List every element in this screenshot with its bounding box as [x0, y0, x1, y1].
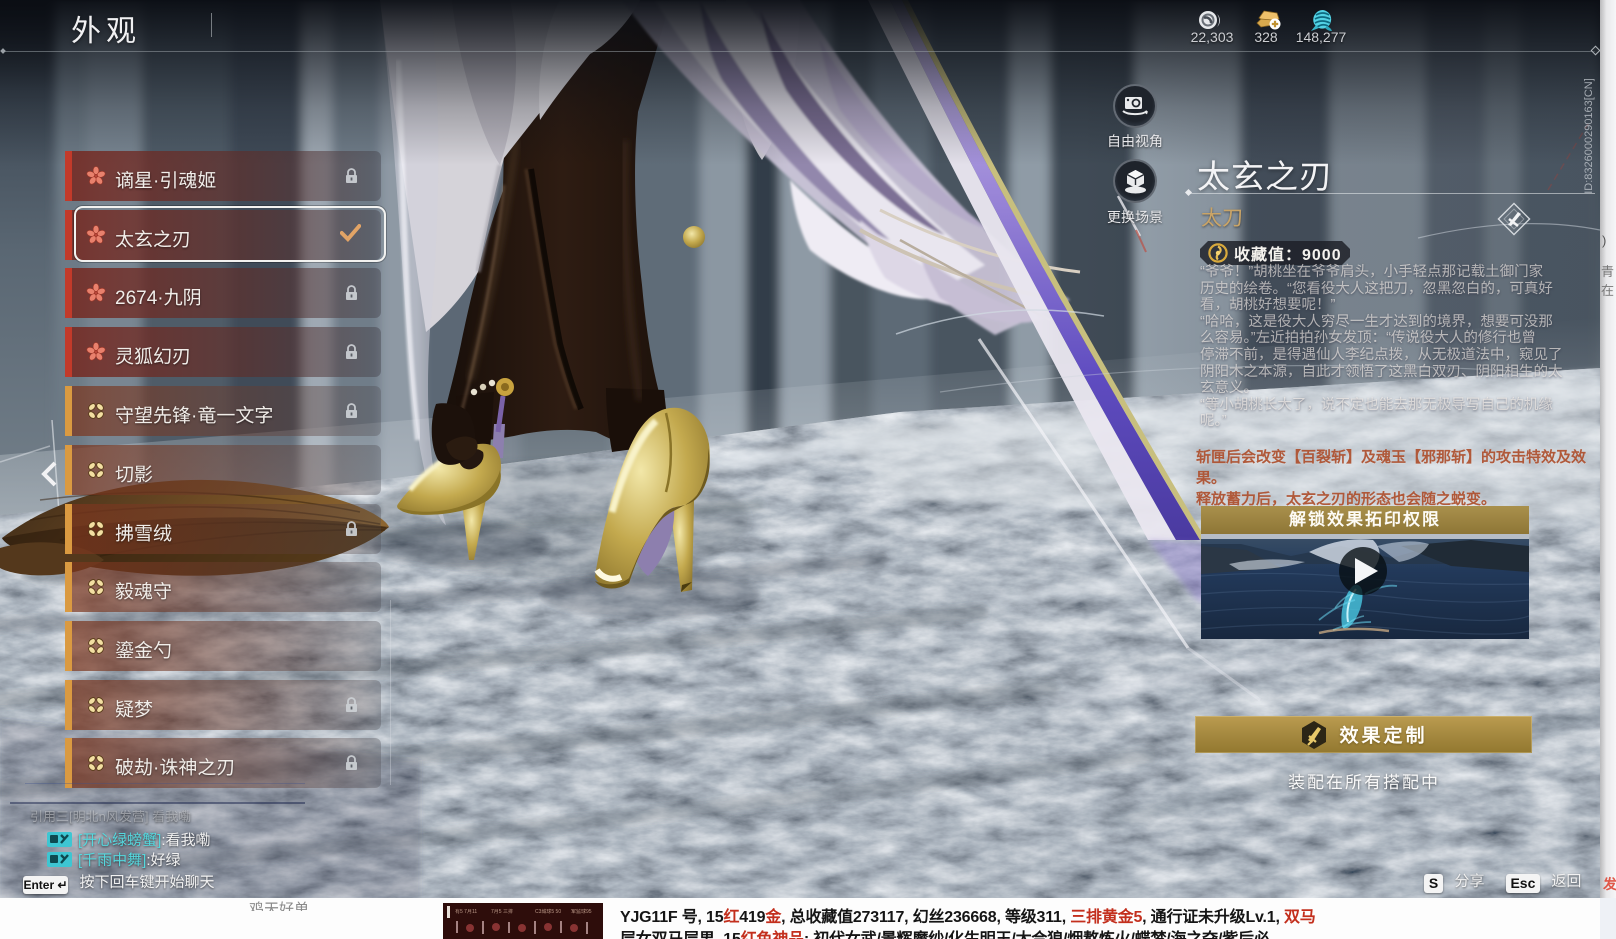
svg-text:7月5 三排: 7月5 三排 [491, 908, 513, 915]
svg-text:有5 7月11: 有5 7月11 [455, 908, 477, 915]
svg-text:军监球95: 军监球95 [571, 908, 592, 915]
svg-text:C3城球5 50: C3城球5 50 [535, 908, 561, 915]
